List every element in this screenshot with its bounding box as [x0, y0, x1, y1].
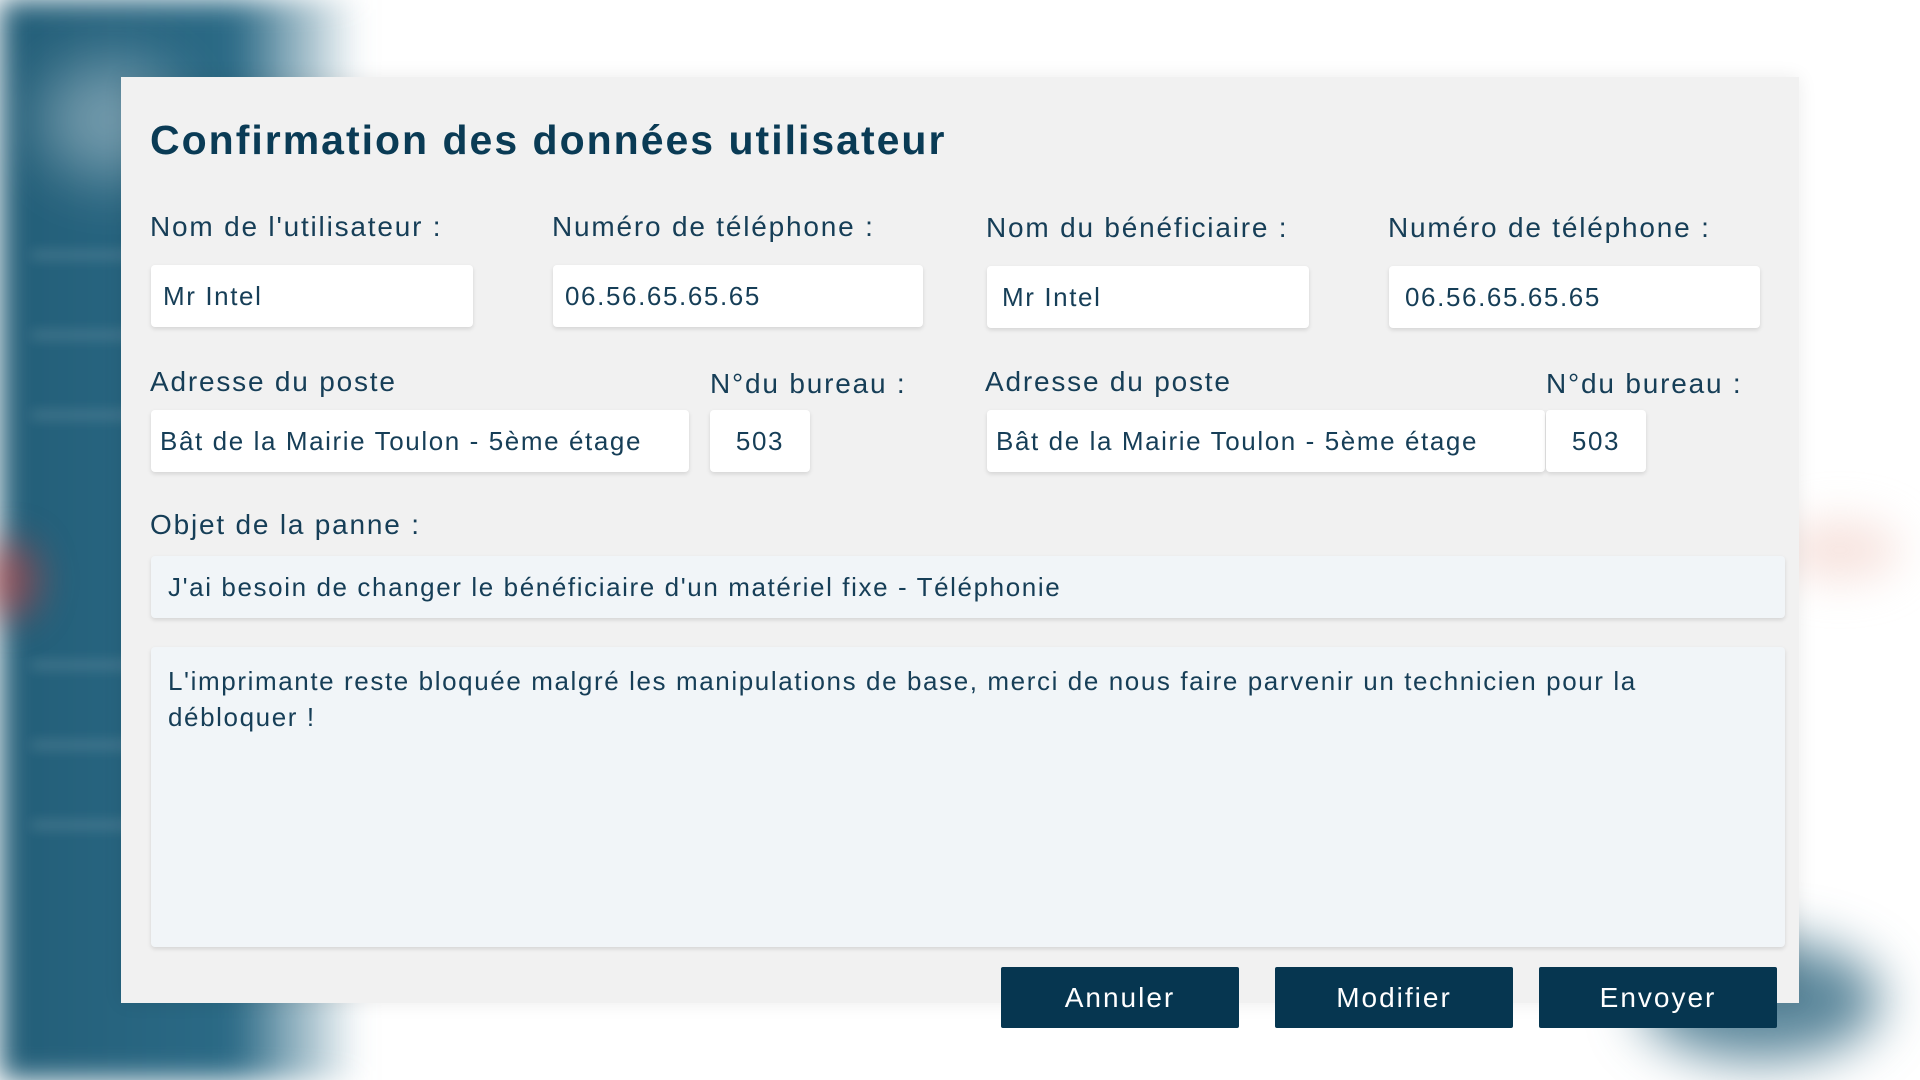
- beneficiary-name-label: Nom du bénéficiaire :: [986, 212, 1289, 243]
- confirmation-dialog: Confirmation des données utilisateur Nom…: [121, 77, 1799, 1003]
- issue-subject-label: Objet de la panne :: [150, 509, 421, 540]
- issue-description-textarea[interactable]: L'imprimante reste bloquée malgré les ma…: [151, 647, 1785, 947]
- issue-subject-field[interactable]: J'ai besoin de changer le bénéficiaire d…: [151, 556, 1785, 618]
- beneficiary-address-label: Adresse du poste: [985, 366, 1232, 397]
- user-name-label: Nom de l'utilisateur :: [150, 211, 443, 242]
- cancel-button[interactable]: Annuler: [1001, 967, 1239, 1028]
- beneficiary-phone-field[interactable]: 06.56.65.65.65: [1389, 266, 1760, 328]
- user-address-label: Adresse du poste: [150, 366, 397, 397]
- beneficiary-office-field[interactable]: 503: [1546, 410, 1646, 472]
- beneficiary-office-label: N°du bureau :: [1546, 368, 1743, 399]
- beneficiary-address-field[interactable]: Bât de la Mairie Toulon - 5ème étage: [987, 410, 1545, 472]
- user-office-label: N°du bureau :: [710, 368, 907, 399]
- dialog-title: Confirmation des données utilisateur: [150, 117, 947, 163]
- edit-button[interactable]: Modifier: [1275, 967, 1513, 1028]
- user-phone-field[interactable]: 06.56.65.65.65: [553, 265, 923, 327]
- user-phone-label: Numéro de téléphone :: [552, 211, 875, 242]
- user-address-field[interactable]: Bât de la Mairie Toulon - 5ème étage: [151, 410, 689, 472]
- beneficiary-name-field[interactable]: Mr Intel: [987, 266, 1309, 328]
- send-button[interactable]: Envoyer: [1539, 967, 1777, 1028]
- user-office-field[interactable]: 503: [710, 410, 810, 472]
- beneficiary-phone-label: Numéro de téléphone :: [1388, 212, 1711, 243]
- user-name-field[interactable]: Mr Intel: [151, 265, 473, 327]
